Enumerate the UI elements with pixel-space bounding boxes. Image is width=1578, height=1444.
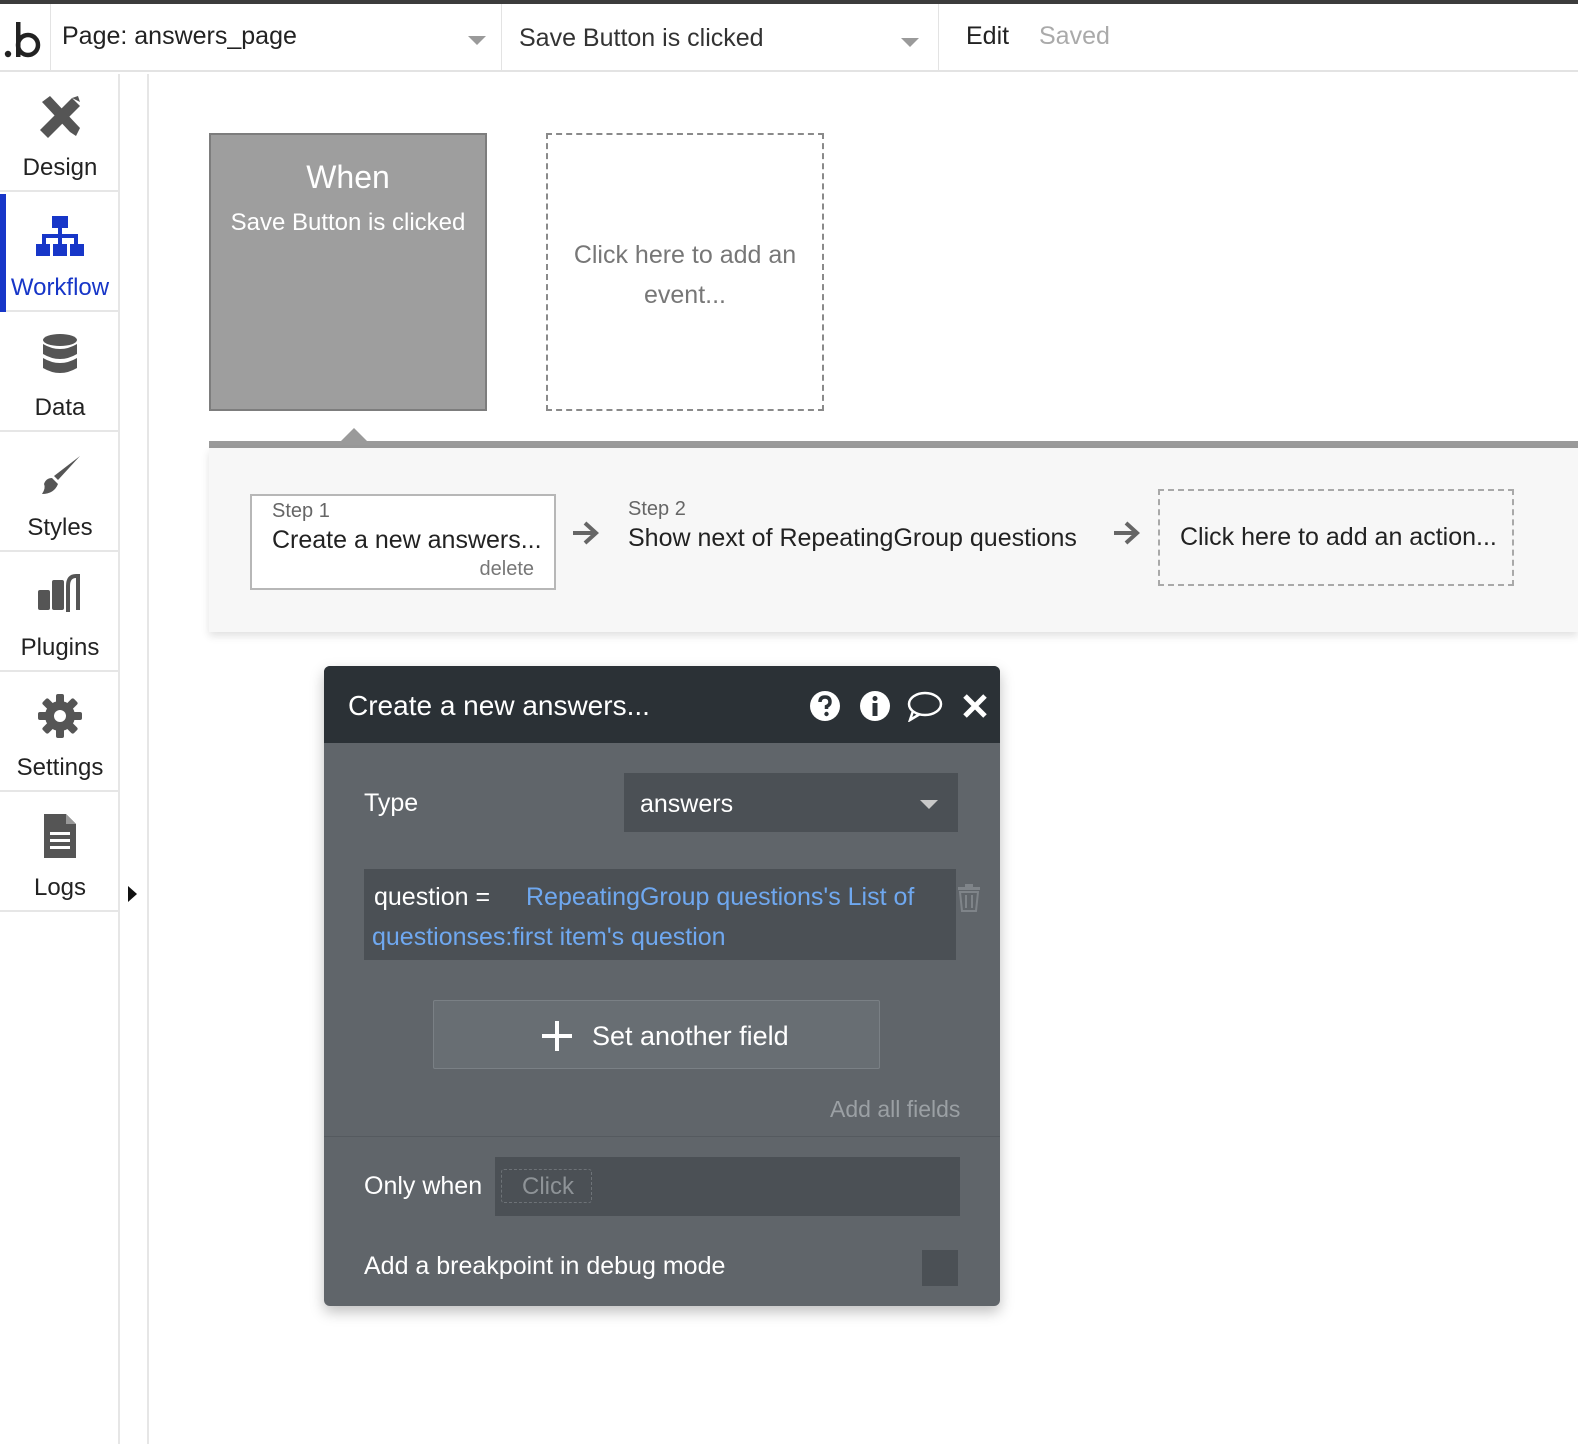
step-title: Show next of RepeatingGroup questions bbox=[628, 524, 1077, 552]
breakpoint-checkbox[interactable] bbox=[922, 1250, 958, 1286]
divider bbox=[938, 4, 939, 72]
sidebar-item-logs[interactable]: Logs bbox=[0, 794, 120, 912]
set-another-field-button[interactable]: Set another field bbox=[433, 1000, 880, 1069]
delete-step-link[interactable]: delete bbox=[480, 558, 535, 581]
chevron-down-icon[interactable] bbox=[901, 38, 919, 47]
strip-pointer bbox=[341, 428, 367, 441]
only-when-label: Only when bbox=[364, 1172, 483, 1200]
info-icon[interactable] bbox=[859, 690, 891, 722]
sidebar-item-styles[interactable]: Styles bbox=[0, 434, 120, 552]
sidebar-expand-icon[interactable] bbox=[128, 886, 137, 902]
comment-icon[interactable] bbox=[907, 690, 943, 722]
sidebar-item-workflow[interactable]: Workflow bbox=[0, 194, 120, 312]
dialog-separator bbox=[324, 1136, 1000, 1137]
divider bbox=[50, 4, 51, 72]
event-card-subtitle: Save Button is clicked bbox=[230, 209, 466, 236]
action-properties-dialog: Create a new answers... Type answers que… bbox=[324, 666, 1000, 1306]
event-card-title: When bbox=[306, 159, 390, 195]
arrow-right-icon bbox=[573, 521, 599, 545]
chevron-down-icon bbox=[920, 800, 938, 809]
event-card-save-button[interactable]: When Save Button is clicked bbox=[209, 133, 487, 411]
add-event-label: Click here to add an event... bbox=[573, 241, 797, 309]
add-action-button[interactable]: Click here to add an action... bbox=[1158, 489, 1514, 586]
step-number: Step 1 bbox=[272, 500, 330, 522]
condition-placeholder-label: Click bbox=[522, 1173, 574, 1200]
sidebar-item-label: Logs bbox=[33, 874, 87, 901]
strip-top-border bbox=[209, 441, 1578, 448]
step-number: Step 2 bbox=[628, 498, 686, 520]
workflow-icon bbox=[36, 216, 84, 256]
only-when-condition[interactable]: Click bbox=[495, 1157, 960, 1216]
page-selector[interactable]: Page: answers_page bbox=[62, 22, 297, 51]
breakpoint-label: Add a breakpoint in debug mode bbox=[364, 1252, 726, 1280]
sidebar-item-data[interactable]: Data bbox=[0, 314, 120, 432]
sidebar-item-label: Workflow bbox=[10, 274, 110, 301]
field-name: question = bbox=[374, 883, 491, 911]
sidebar: Design Workflow Data Styles Plugins Sett… bbox=[0, 74, 120, 1444]
set-another-field-label: Set another field bbox=[592, 1021, 789, 1051]
brush-icon bbox=[42, 456, 80, 494]
edit-menu[interactable]: Edit bbox=[966, 22, 1009, 51]
gear-icon bbox=[38, 694, 82, 738]
type-dropdown[interactable]: answers bbox=[624, 773, 958, 832]
document-icon bbox=[44, 814, 76, 858]
sidebar-item-label: Data bbox=[34, 394, 86, 421]
condition-placeholder[interactable]: Click bbox=[501, 1169, 592, 1203]
arrow-right-icon bbox=[1114, 521, 1140, 545]
event-selector[interactable]: Save Button is clicked bbox=[519, 24, 764, 53]
canvas-divider bbox=[147, 74, 149, 1444]
sidebar-item-label: Plugins bbox=[20, 634, 100, 661]
add-all-fields-link[interactable]: Add all fields bbox=[830, 1096, 960, 1123]
workflow-editor: Page: answers_page Save Button is clicke… bbox=[0, 0, 1578, 1444]
expression-line-1[interactable]: RepeatingGroup questions's List of bbox=[526, 883, 914, 912]
add-action-label: Click here to add an action... bbox=[1180, 523, 1497, 551]
step-1-card[interactable]: Step 1 Create a new answers... delete bbox=[250, 494, 556, 590]
plugin-icon bbox=[38, 574, 80, 612]
type-value: answers bbox=[640, 790, 734, 818]
dialog-title: Create a new answers... bbox=[348, 690, 650, 721]
close-icon[interactable] bbox=[962, 693, 988, 719]
divider bbox=[501, 4, 502, 72]
sidebar-item-settings[interactable]: Settings bbox=[0, 674, 120, 792]
add-event-button[interactable]: Click here to add an event... bbox=[546, 133, 824, 411]
bubble-logo-icon[interactable] bbox=[4, 16, 44, 60]
sidebar-item-plugins[interactable]: Plugins bbox=[0, 554, 120, 672]
type-label: Type bbox=[364, 789, 419, 817]
trash-icon[interactable] bbox=[956, 884, 982, 912]
sidebar-item-label: Design bbox=[22, 154, 98, 181]
sidebar-item-label: Styles bbox=[27, 514, 93, 541]
help-icon[interactable] bbox=[809, 690, 841, 722]
top-bar: Page: answers_page Save Button is clicke… bbox=[0, 4, 1578, 72]
step-title: Create a new answers... bbox=[272, 526, 542, 554]
design-icon bbox=[40, 96, 80, 138]
field-expression-editor[interactable]: question = RepeatingGroup questions's Li… bbox=[364, 869, 956, 960]
sidebar-item-design[interactable]: Design bbox=[0, 74, 120, 192]
plus-icon bbox=[542, 1021, 572, 1051]
database-icon bbox=[43, 334, 77, 373]
dialog-header: Create a new answers... bbox=[324, 666, 1000, 743]
chevron-down-icon[interactable] bbox=[468, 36, 486, 45]
step-2-card[interactable]: Step 2 Show next of RepeatingGroup quest… bbox=[628, 494, 1098, 590]
sidebar-item-label: Settings bbox=[16, 754, 104, 781]
save-status: Saved bbox=[1039, 22, 1110, 50]
expression-line-2[interactable]: questionses:first item's question bbox=[372, 923, 726, 952]
